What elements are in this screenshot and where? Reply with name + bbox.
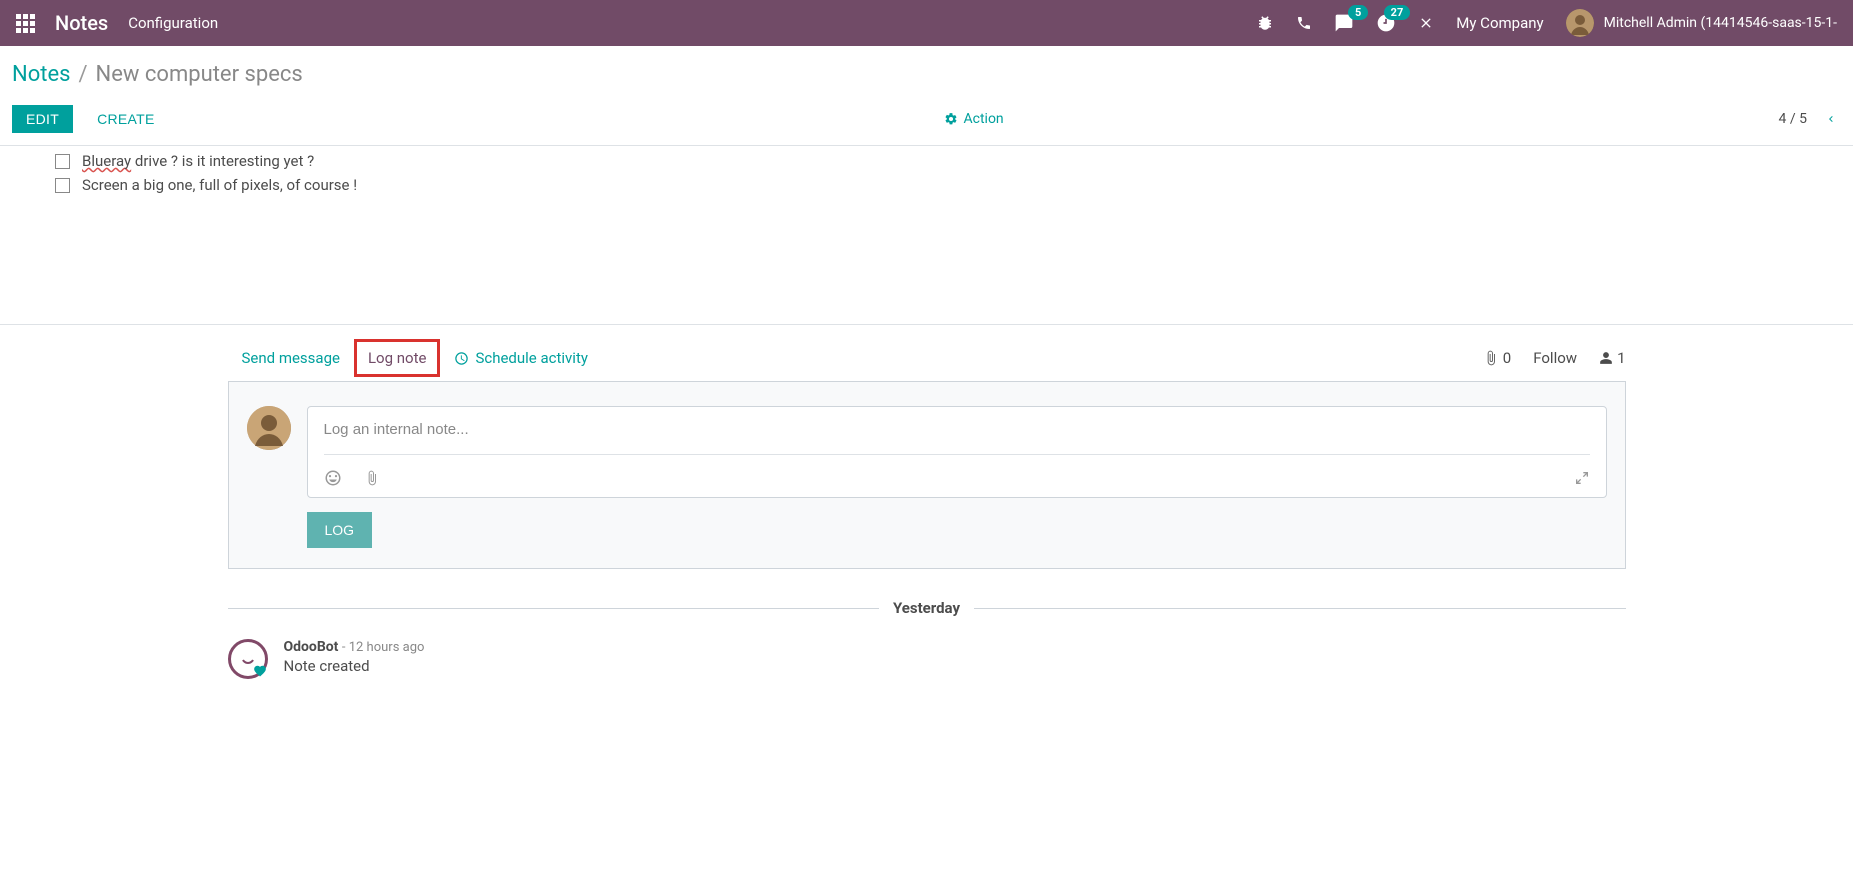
close-icon[interactable] xyxy=(1418,15,1434,31)
menu-configuration[interactable]: Configuration xyxy=(128,14,218,32)
checkbox-1[interactable] xyxy=(55,154,70,169)
composer-tools xyxy=(324,469,1590,487)
breadcrumb-current: New computer specs xyxy=(96,62,303,87)
control-left: EDIT CREATE xyxy=(12,105,169,133)
breadcrumb: Notes / New computer specs xyxy=(12,62,1841,87)
row-2-text: Screen a big one, full of pixels, of cou… xyxy=(82,176,357,194)
log-entry: OdooBot - 12 hours ago Note created xyxy=(228,639,1626,699)
checkbox-2[interactable] xyxy=(55,178,70,193)
chatter-tabs: Send message Log note Schedule activity … xyxy=(228,325,1626,377)
avatar xyxy=(1566,9,1594,37)
bug-icon[interactable] xyxy=(1256,14,1274,32)
log-author: OdooBot xyxy=(284,639,339,655)
breadcrumb-root[interactable]: Notes xyxy=(12,62,70,87)
schedule-label: Schedule activity xyxy=(475,349,588,367)
breadcrumb-sep: / xyxy=(78,62,87,87)
messages-badge: 5 xyxy=(1348,5,1368,20)
expand-icon[interactable] xyxy=(1574,470,1590,486)
attachments-count: 0 xyxy=(1503,349,1511,367)
app-title[interactable]: Notes xyxy=(55,11,108,35)
row-1-text: Blueray drive ? is it interesting yet ? xyxy=(82,152,314,170)
messages-icon[interactable]: 5 xyxy=(1334,13,1354,33)
phone-icon[interactable] xyxy=(1296,15,1312,31)
chatter-wrap: Send message Log note Schedule activity … xyxy=(0,324,1853,699)
edit-button[interactable]: EDIT xyxy=(12,105,73,133)
log-divider: Yesterday xyxy=(228,599,1626,617)
attachments-button[interactable]: 0 xyxy=(1483,349,1511,367)
log-header: OdooBot - 12 hours ago xyxy=(284,639,1626,655)
attach-icon[interactable] xyxy=(364,470,380,486)
note-content: Blueray drive ? is it interesting yet ? … xyxy=(0,146,1853,194)
tab-schedule-activity[interactable]: Schedule activity xyxy=(440,339,602,377)
action-dropdown[interactable]: Action xyxy=(944,111,1004,127)
company-switch[interactable]: My Company xyxy=(1456,14,1543,32)
composer-main: LOG xyxy=(307,406,1607,548)
log-body: OdooBot - 12 hours ago Note created xyxy=(284,639,1626,675)
composer-input[interactable] xyxy=(324,421,1590,455)
activities-icon[interactable]: 27 xyxy=(1376,13,1396,33)
followers-count: 1 xyxy=(1617,349,1625,367)
navbar: Notes Configuration 5 27 My Company Mitc… xyxy=(0,0,1853,46)
followers-button[interactable]: 1 xyxy=(1599,349,1625,367)
checklist-row-2: Screen a big one, full of pixels, of cou… xyxy=(55,176,1841,194)
chatter: Send message Log note Schedule activity … xyxy=(222,325,1632,699)
user-menu[interactable]: Mitchell Admin (14414546-saas-15-1- xyxy=(1566,9,1837,37)
action-label: Action xyxy=(964,111,1004,127)
follow-button[interactable]: Follow xyxy=(1533,349,1577,367)
bot-avatar xyxy=(228,639,268,679)
emoji-icon[interactable] xyxy=(324,469,342,487)
tab-log-note[interactable]: Log note xyxy=(354,339,440,377)
composer: LOG xyxy=(228,381,1626,569)
checklist-row-1: Blueray drive ? is it interesting yet ? xyxy=(55,152,1841,170)
log-text: Note created xyxy=(284,657,1626,675)
pager[interactable]: 4 / 5 xyxy=(1779,111,1807,127)
person-icon xyxy=(1599,351,1613,365)
create-button[interactable]: CREATE xyxy=(83,105,169,133)
pager-prev[interactable] xyxy=(1821,110,1841,128)
activities-badge: 27 xyxy=(1384,5,1411,20)
user-name: Mitchell Admin (14414546-saas-15-1- xyxy=(1604,15,1837,31)
apps-menu-icon[interactable] xyxy=(16,14,35,33)
log-time: - 12 hours ago xyxy=(342,640,425,655)
navbar-left: Notes Configuration xyxy=(16,11,218,35)
log-button[interactable]: LOG xyxy=(307,512,373,548)
breadcrumb-area: Notes / New computer specs xyxy=(0,46,1853,95)
clock-icon xyxy=(454,351,469,366)
control-right: 4 / 5 xyxy=(1779,110,1841,128)
control-panel: EDIT CREATE Action 4 / 5 xyxy=(0,95,1853,146)
chatter-right: 0 Follow 1 xyxy=(1483,349,1626,367)
paperclip-icon xyxy=(1483,350,1499,366)
gear-icon xyxy=(944,112,958,126)
composer-avatar xyxy=(247,406,291,450)
spellcheck-word: Blueray xyxy=(82,152,131,170)
navbar-right: 5 27 My Company Mitchell Admin (14414546… xyxy=(1256,9,1837,37)
heart-icon xyxy=(253,664,267,678)
log-divider-label: Yesterday xyxy=(879,599,974,617)
tab-send-message[interactable]: Send message xyxy=(228,339,354,377)
composer-box xyxy=(307,406,1607,498)
